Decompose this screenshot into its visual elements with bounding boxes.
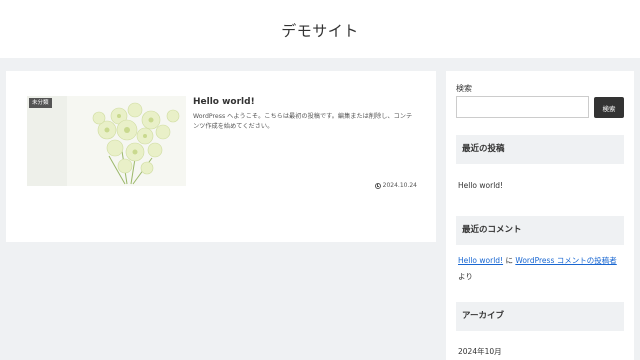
post-date: 2024.10.24 — [374, 182, 417, 189]
post-excerpt: WordPress へようこそ。こちらは最初の投稿です。編集または削除し、コンテ… — [193, 113, 413, 130]
post-title[interactable]: Hello world! — [193, 97, 255, 107]
site-header: デモサイト — [0, 0, 640, 58]
archive-link[interactable]: 2024年10月 — [458, 347, 502, 356]
search-label: 検索 — [456, 84, 472, 93]
main-content: 未分類 Hello world! WordPress へようこそ。こちらは最初の… — [6, 71, 436, 242]
recent-comment-item: Hello world! に WordPress コメントの投稿者 より — [458, 253, 626, 285]
post-thumbnail[interactable]: 未分類 — [27, 96, 186, 186]
recent-post-item[interactable]: Hello world! — [458, 178, 626, 194]
search-input[interactable] — [456, 96, 589, 118]
search-button[interactable]: 検索 — [594, 97, 624, 118]
recent-post-link[interactable]: Hello world! — [458, 181, 503, 190]
recent-comments-heading: 最近のコメント — [456, 216, 624, 245]
sidebar: 検索 検索 最近の投稿 Hello world! 最近のコメント Hello w… — [446, 71, 634, 360]
post-card[interactable]: 未分類 Hello world! WordPress へようこそ。こちらは最初の… — [27, 96, 417, 189]
archive-heading: アーカイブ — [456, 302, 624, 331]
comment-post-link[interactable]: Hello world! — [458, 256, 503, 265]
flower-bouquet-image — [27, 96, 186, 186]
post-date-text: 2024.10.24 — [382, 182, 417, 189]
category-badge[interactable]: 未分類 — [29, 98, 52, 108]
comment-connector: に — [503, 256, 516, 265]
comment-author-link[interactable]: WordPress コメントの投稿者 — [515, 256, 616, 265]
clock-icon — [374, 182, 381, 189]
recent-posts-heading: 最近の投稿 — [456, 135, 624, 164]
site-title[interactable]: デモサイト — [0, 20, 640, 41]
comment-suffix: より — [458, 272, 473, 281]
archive-item[interactable]: 2024年10月 — [458, 344, 626, 360]
